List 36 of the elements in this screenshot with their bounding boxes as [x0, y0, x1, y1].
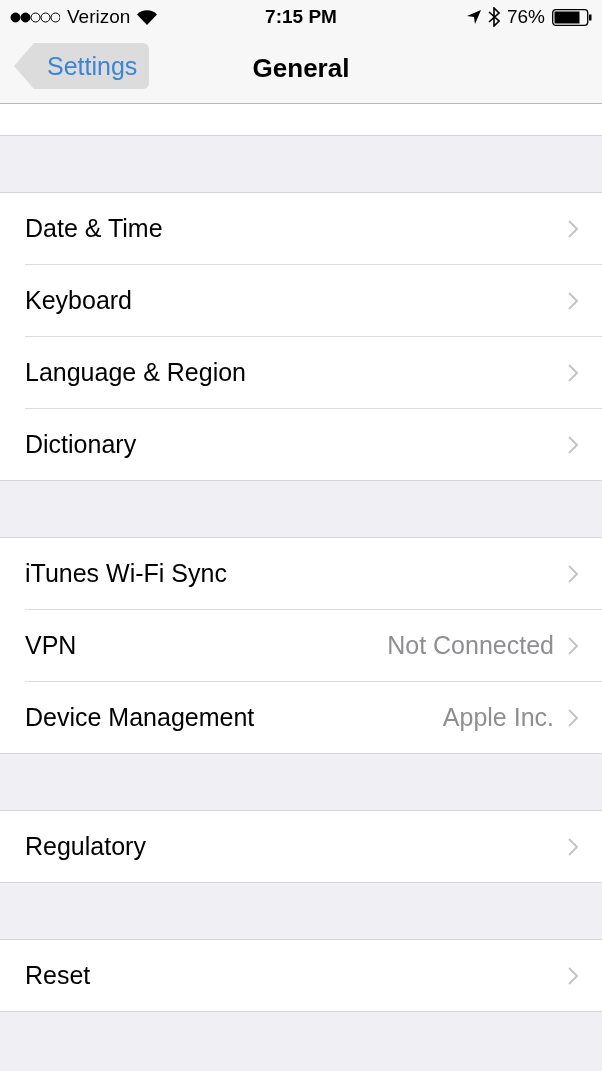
row-label: VPN	[25, 631, 78, 660]
settings-row[interactable]: iTunes Wi-Fi Sync	[25, 538, 602, 610]
carrier-name: Verizon	[67, 6, 131, 28]
row-label: Language & Region	[25, 358, 248, 387]
row-label: Date & Time	[25, 214, 164, 243]
settings-row[interactable]: Date & Time	[25, 193, 602, 265]
row-label: Device Management	[25, 703, 256, 732]
clock-time: 7:15 PM	[265, 6, 337, 28]
chevron-icon	[568, 966, 578, 985]
row-label: Keyboard	[25, 286, 134, 315]
settings-row[interactable]: Dictionary	[25, 409, 602, 480]
chevron-icon	[568, 435, 578, 454]
chevron-icon	[568, 636, 578, 655]
settings-row[interactable]: Keyboard	[25, 265, 602, 337]
location-arrow-icon	[466, 10, 481, 24]
chevron-icon	[568, 564, 578, 583]
chevron-icon	[568, 291, 578, 310]
chevron-icon	[568, 837, 578, 856]
row-value: Not Connected	[387, 631, 554, 660]
settings-row[interactable]: VPN Not Connected	[25, 610, 602, 682]
wifi-icon	[137, 9, 158, 25]
screen-title: General	[252, 53, 350, 84]
row-label: iTunes Wi-Fi Sync	[25, 559, 228, 588]
signal-icon	[10, 11, 60, 23]
battery-percentage: 76%	[506, 6, 545, 28]
row-label: Reset	[25, 961, 92, 990]
chevron-icon	[568, 219, 578, 238]
settings-row[interactable]: Language & Region	[25, 337, 602, 409]
bluetooth-icon	[487, 7, 500, 27]
row-value: Apple Inc.	[442, 703, 554, 732]
row-label: Regulatory	[25, 832, 147, 861]
chevron-icon	[568, 363, 578, 382]
row-label: Dictionary	[25, 430, 138, 459]
settings-row[interactable]: Device Management Apple Inc.	[25, 682, 602, 753]
chevron-icon	[568, 708, 578, 727]
battery-icon	[552, 8, 592, 26]
